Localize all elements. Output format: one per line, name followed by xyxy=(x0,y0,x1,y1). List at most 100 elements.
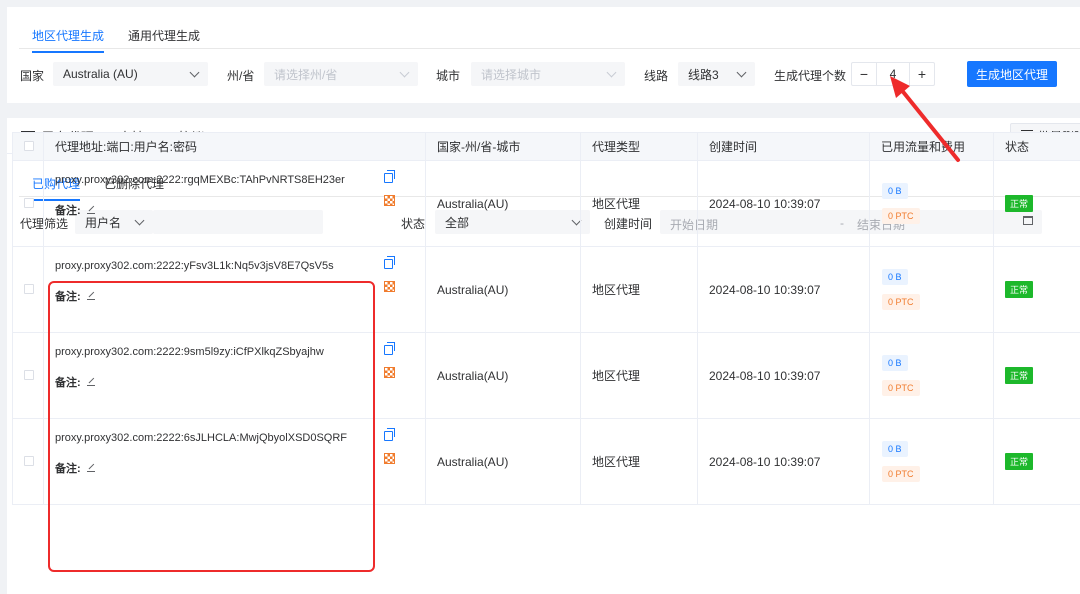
usage-cell: 0 B 0 PTC xyxy=(869,332,994,419)
column-header-address: 代理地址:端口:用户名:密码 xyxy=(43,132,426,161)
row-select-cell xyxy=(12,246,44,333)
cost-badge: 0 PTC xyxy=(882,466,920,482)
created-cell: 2024-08-10 10:39:07 xyxy=(697,418,870,505)
status-cell: 正常 xyxy=(993,246,1080,333)
region-cell: Australia(AU) xyxy=(425,246,581,333)
usage-cell: 0 B 0 PTC xyxy=(869,160,994,247)
row-checkbox[interactable] xyxy=(24,283,34,294)
traffic-badge: 0 B xyxy=(882,269,908,285)
proxy-address: proxy.proxy302.com:2222:9sm5l9zy:iCfPXlk… xyxy=(55,346,324,358)
edit-icon[interactable] xyxy=(86,206,95,214)
column-header-created: 创建时间 xyxy=(697,132,870,161)
line-value: 线路3 xyxy=(688,67,719,82)
country-select[interactable]: Australia (AU) xyxy=(53,62,208,86)
tab-divider xyxy=(19,48,1080,49)
type-cell: 地区代理 xyxy=(580,418,698,505)
address-cell: proxy.proxy302.com:2222:6sJLHCLA:MwjQbyo… xyxy=(43,418,426,505)
row-checkbox[interactable] xyxy=(24,197,34,208)
note-label: 备注: xyxy=(55,463,81,475)
status-badge: 正常 xyxy=(1005,281,1034,298)
city-label: 城市 xyxy=(436,69,461,83)
country-value: Australia (AU) xyxy=(63,67,138,81)
chevron-down-icon xyxy=(736,67,747,77)
address-cell: proxy.proxy302.com:2222:yFsv3L1k:Nq5v3js… xyxy=(43,246,426,333)
country-label: 国家 xyxy=(20,69,45,83)
created-cell: 2024-08-10 10:39:07 xyxy=(697,160,870,247)
table-row: proxy.proxy302.com:2222:6sJLHCLA:MwjQbyo… xyxy=(12,418,1080,505)
edit-icon[interactable] xyxy=(86,464,95,472)
status-cell: 正常 xyxy=(993,160,1080,247)
line-select[interactable]: 线路3 xyxy=(678,62,755,86)
table-row: proxy.proxy302.com:2222:rgqMEXBc:TAhPvNR… xyxy=(12,160,1080,247)
chevron-down-icon xyxy=(399,67,410,77)
row-select-cell xyxy=(12,160,44,247)
row-select-cell xyxy=(12,332,44,419)
city-placeholder: 请选择城市 xyxy=(481,67,542,82)
annotation-arrow-icon xyxy=(890,76,960,162)
count-label: 生成代理个数 xyxy=(774,69,847,83)
edit-icon[interactable] xyxy=(86,378,95,386)
note-label: 备注: xyxy=(55,377,81,389)
select-all-cell xyxy=(12,132,44,161)
copy-icon[interactable] xyxy=(384,170,395,183)
region-cell: Australia(AU) xyxy=(425,418,581,505)
copy-icon[interactable] xyxy=(384,342,395,355)
status-badge: 正常 xyxy=(1005,367,1034,384)
generate-region-proxy-button[interactable]: 生成地区代理 xyxy=(967,61,1057,87)
proxy-address: proxy.proxy302.com:2222:rgqMEXBc:TAhPvNR… xyxy=(55,174,345,186)
note-label: 备注: xyxy=(55,205,81,217)
row-select-cell xyxy=(12,418,44,505)
qr-code-icon[interactable] xyxy=(384,453,395,464)
proxy-address: proxy.proxy302.com:2222:yFsv3L1k:Nq5v3js… xyxy=(55,260,334,272)
note: 备注: xyxy=(55,374,425,390)
row-checkbox[interactable] xyxy=(24,369,34,380)
note: 备注: xyxy=(55,202,425,218)
status-badge: 正常 xyxy=(1005,453,1034,470)
note-label: 备注: xyxy=(55,291,81,303)
proxy-table: 代理地址:端口:用户名:密码 国家-州/省-城市 代理类型 创建时间 已用流量和… xyxy=(12,132,1080,505)
status-cell: 正常 xyxy=(993,332,1080,419)
column-header-region: 国家-州/省-城市 xyxy=(425,132,581,161)
edit-icon[interactable] xyxy=(86,292,95,300)
column-header-type: 代理类型 xyxy=(580,132,698,161)
traffic-badge: 0 B xyxy=(882,355,908,371)
table-row: proxy.proxy302.com:2222:9sm5l9zy:iCfPXlk… xyxy=(12,332,1080,419)
state-label: 州/省 xyxy=(227,69,255,83)
type-cell: 地区代理 xyxy=(580,246,698,333)
select-all-checkbox[interactable] xyxy=(24,140,34,151)
traffic-badge: 0 B xyxy=(882,441,908,457)
region-cell: Australia(AU) xyxy=(425,160,581,247)
type-cell: 地区代理 xyxy=(580,160,698,247)
copy-icon[interactable] xyxy=(384,428,395,441)
usage-cell: 0 B 0 PTC xyxy=(869,246,994,333)
address-cell: proxy.proxy302.com:2222:rgqMEXBc:TAhPvNR… xyxy=(43,160,426,247)
cost-badge: 0 PTC xyxy=(882,208,920,224)
column-header-status: 状态 xyxy=(993,132,1080,161)
traffic-badge: 0 B xyxy=(882,183,908,199)
status-badge: 正常 xyxy=(1005,195,1034,212)
note: 备注: xyxy=(55,460,425,476)
proxy-address: proxy.proxy302.com:2222:6sJLHCLA:MwjQbyo… xyxy=(55,432,348,444)
copy-icon[interactable] xyxy=(384,256,395,269)
created-cell: 2024-08-10 10:39:07 xyxy=(697,246,870,333)
line-label: 线路 xyxy=(644,69,669,83)
qr-code-icon[interactable] xyxy=(384,195,395,206)
state-placeholder: 请选择州/省 xyxy=(274,67,338,82)
status-cell: 正常 xyxy=(993,418,1080,505)
table-row: proxy.proxy302.com:2222:yFsv3L1k:Nq5v3js… xyxy=(12,246,1080,333)
usage-cell: 0 B 0 PTC xyxy=(869,418,994,505)
region-cell: Australia(AU) xyxy=(425,332,581,419)
chevron-down-icon xyxy=(606,67,617,77)
qr-code-icon[interactable] xyxy=(384,367,395,378)
cost-badge: 0 PTC xyxy=(882,294,920,310)
cost-badge: 0 PTC xyxy=(882,380,920,396)
decrement-button[interactable]: − xyxy=(852,63,876,85)
state-select[interactable]: 请选择州/省 xyxy=(264,62,418,86)
type-cell: 地区代理 xyxy=(580,332,698,419)
qr-code-icon[interactable] xyxy=(384,281,395,292)
city-select[interactable]: 请选择城市 xyxy=(471,62,625,86)
created-cell: 2024-08-10 10:39:07 xyxy=(697,332,870,419)
chevron-down-icon xyxy=(189,67,200,77)
address-cell: proxy.proxy302.com:2222:9sm5l9zy:iCfPXlk… xyxy=(43,332,426,419)
row-checkbox[interactable] xyxy=(24,455,34,466)
